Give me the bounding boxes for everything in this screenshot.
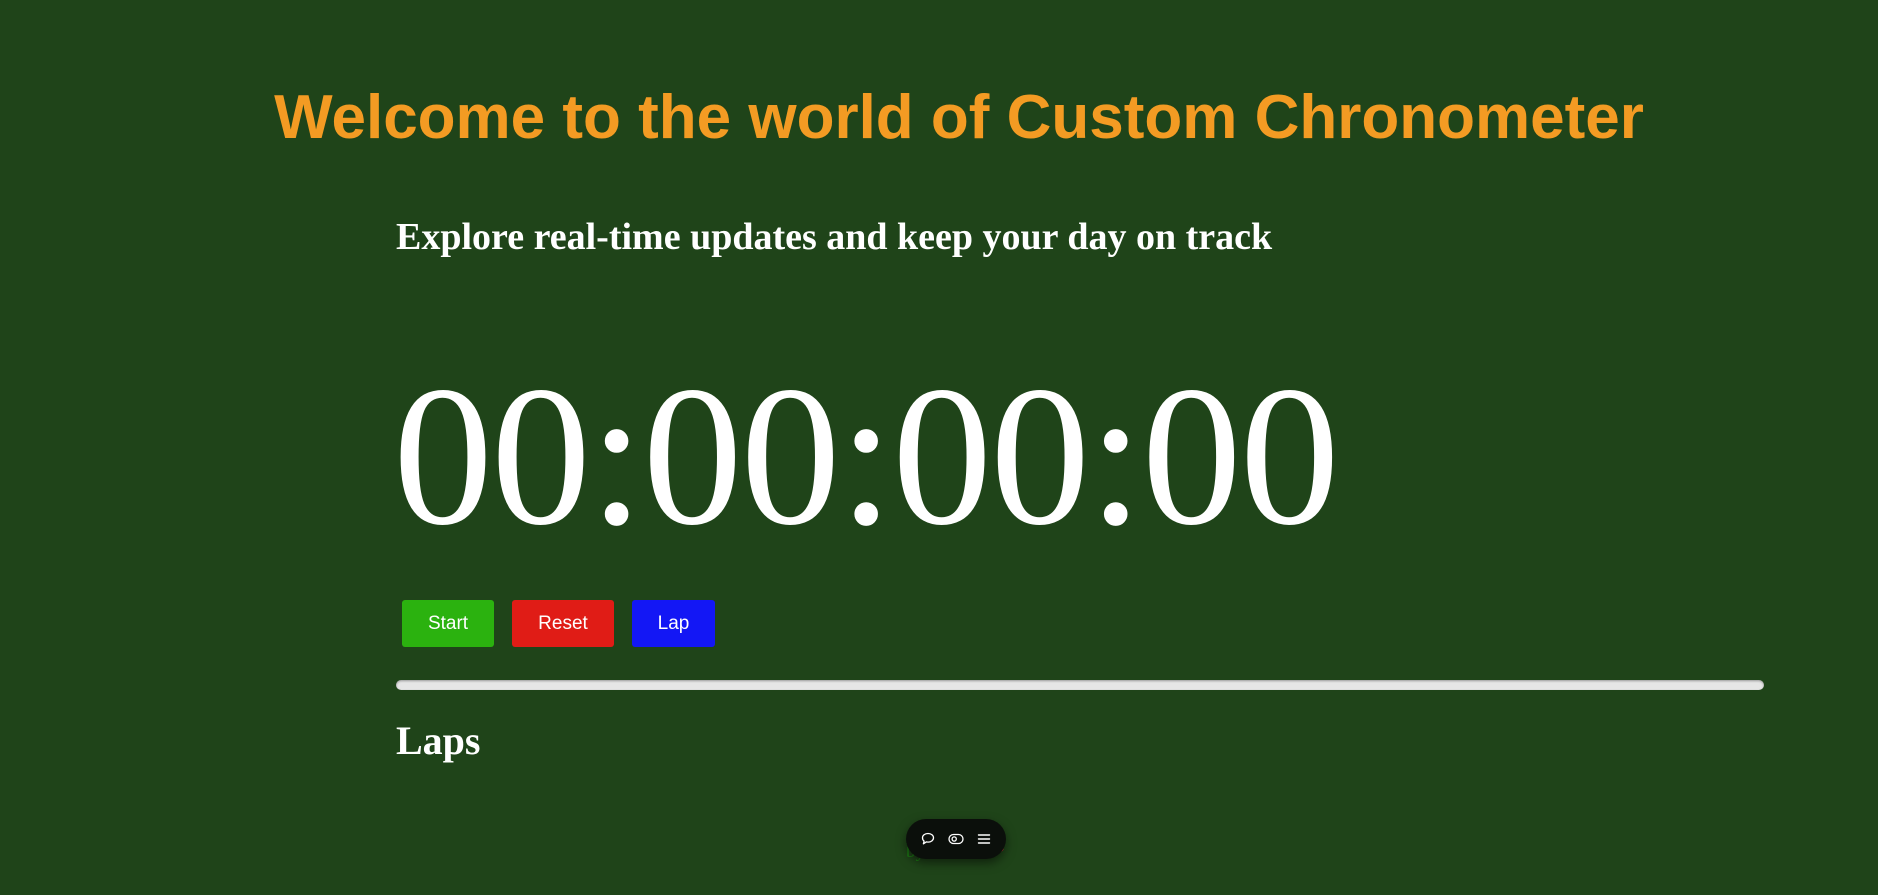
- page-title: Welcome to the world of Custom Chronomet…: [274, 83, 1644, 152]
- eye-toggle-icon[interactable]: [946, 829, 966, 849]
- laps-heading: Laps: [396, 718, 481, 763]
- floating-toolbar: [906, 819, 1006, 859]
- menu-icon[interactable]: [974, 829, 994, 849]
- page-subtitle: Explore real-time updates and keep your …: [396, 216, 1273, 258]
- comment-icon[interactable]: [918, 829, 938, 849]
- stopwatch-display: 00:00:00:00: [393, 346, 1340, 567]
- lap-button[interactable]: Lap: [632, 600, 715, 647]
- start-button[interactable]: Start: [402, 600, 494, 647]
- divider: [396, 680, 1764, 690]
- page: Welcome to the world of Custom Chronomet…: [0, 0, 1878, 895]
- reset-button[interactable]: Reset: [512, 600, 614, 647]
